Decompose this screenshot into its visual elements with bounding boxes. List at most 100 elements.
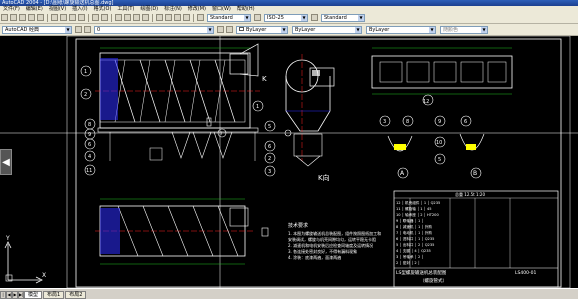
view-label-k: K bbox=[262, 75, 267, 83]
make-current-layer-icon[interactable] bbox=[217, 26, 224, 33]
chevron-down-icon: ▼ bbox=[429, 26, 435, 33]
bom-row: 12 │ 机壳组件 │ 1 │ Q235 bbox=[396, 200, 440, 205]
note-line-2: 安装调试，螺旋与机壳间隙均匀，运转平稳无卡阻 bbox=[288, 236, 376, 242]
match-properties-icon[interactable] bbox=[78, 14, 85, 21]
design-center-icon[interactable] bbox=[165, 14, 172, 21]
preview-icon[interactable] bbox=[37, 14, 44, 21]
table-style-icon bbox=[311, 14, 318, 21]
chevron-down-icon: ▼ bbox=[65, 26, 71, 33]
title-block-name: LS型螺旋输送机总装配图 bbox=[396, 269, 447, 276]
workspace-settings-icon[interactable] bbox=[75, 26, 82, 33]
toolbar-separator bbox=[193, 13, 194, 22]
workspace-select[interactable]: AutoCAD 经典 ▼ bbox=[2, 25, 72, 34]
toolbar-separator bbox=[88, 13, 89, 22]
leader-left-8: 8 bbox=[88, 122, 91, 128]
detail-leader-6: 6 bbox=[464, 119, 467, 125]
leader-left-11: 11 bbox=[86, 168, 92, 174]
dim-style-icon bbox=[254, 14, 261, 21]
detail-leader-8: 8 bbox=[406, 119, 409, 125]
bom-row: 2 │ 密封 │ 2 │ bbox=[396, 260, 420, 265]
zoom-previous-icon[interactable] bbox=[142, 14, 149, 21]
paste-icon[interactable] bbox=[69, 14, 76, 21]
linetype-value: ByLayer bbox=[295, 26, 316, 33]
layer-previous-icon[interactable] bbox=[226, 26, 233, 33]
chevron-down-icon: ▼ bbox=[358, 14, 364, 21]
table-style-value: Standard bbox=[324, 14, 347, 21]
title-block-subname: （螺旋管式） bbox=[420, 277, 447, 284]
pan-icon[interactable] bbox=[115, 14, 122, 21]
detail-balloons bbox=[379, 115, 472, 165]
leader-left-9: 9 bbox=[88, 132, 91, 138]
plotstyle-select[interactable]: 随颜色 ▼ bbox=[440, 25, 488, 34]
save-icon[interactable] bbox=[19, 14, 26, 21]
bom-row: 10 │ 轴承座 │ 2 │ HT200 bbox=[396, 212, 439, 217]
tab-model[interactable]: 模型 bbox=[24, 291, 43, 299]
tool-palette-icon[interactable] bbox=[174, 14, 181, 21]
help-icon[interactable] bbox=[183, 14, 190, 21]
title-block-code: LS400-01 bbox=[515, 270, 536, 276]
note-line-5: 4. 涂装：底漆两遍，面漆两遍 bbox=[288, 254, 341, 260]
copy-icon[interactable] bbox=[60, 14, 67, 21]
leader-front-1: 1 bbox=[256, 104, 259, 110]
leader-left-6: 6 bbox=[88, 142, 91, 148]
tab-layout2[interactable]: 布局2 bbox=[65, 291, 87, 299]
drawing-canvas[interactable]: K K向 12 A B 3 8 9 10 5 6 1 2 8 9 6 4 11 … bbox=[0, 36, 578, 288]
layer-manager-icon[interactable] bbox=[84, 26, 91, 33]
layout-tabs-bar: |◀ ◀ ▶ ▶| 模型 布局1 布局2 bbox=[0, 288, 578, 299]
detail-leader-10: 10 bbox=[436, 140, 442, 146]
detail-leader-3: 3 bbox=[383, 119, 386, 125]
chevron-down-icon: ▼ bbox=[355, 26, 361, 33]
ucs-y-label: Y bbox=[5, 235, 10, 242]
right-balloons bbox=[217, 100, 276, 177]
note-line-4: 3. 各连接处密封良好，不得有漏料现象 bbox=[288, 248, 357, 254]
zoom-window-icon[interactable] bbox=[133, 14, 140, 21]
note-line-3: 2. 减速机和电机安装后应检查同轴度及运转情况 bbox=[288, 242, 373, 248]
zoom-realtime-icon[interactable] bbox=[124, 14, 131, 21]
workspace-value: AutoCAD 经典 bbox=[5, 26, 39, 33]
open-file-icon[interactable] bbox=[10, 14, 17, 21]
toolbar-separator bbox=[152, 13, 153, 22]
leader-front-5: 5 bbox=[268, 124, 271, 130]
toolbar-separator bbox=[47, 13, 48, 22]
new-file-icon[interactable] bbox=[1, 14, 8, 21]
bom-row: 7 │ 电动机 │ 1 │ 外购 bbox=[396, 230, 432, 235]
properties-icon[interactable] bbox=[156, 14, 163, 21]
leader-left-1: 1 bbox=[84, 69, 87, 75]
table-style-select[interactable]: Standard ▼ bbox=[321, 13, 365, 22]
tab-layout1[interactable]: 布局1 bbox=[43, 291, 65, 299]
chevron-down-icon: ▼ bbox=[281, 26, 287, 33]
bom-row: 4 │ 支腿 │ 4 │ Q235 bbox=[396, 248, 431, 253]
lineweight-select[interactable]: ByLayer ▼ bbox=[366, 25, 436, 34]
color-select[interactable]: ByLayer ▼ bbox=[236, 25, 288, 34]
bom-row: 6 │ 进料口 │ 1 │ Q235 bbox=[396, 236, 434, 241]
layer-select[interactable]: 0 ▼ bbox=[94, 25, 214, 34]
text-style-select[interactable]: Standard ▼ bbox=[207, 13, 251, 22]
undo-icon[interactable] bbox=[92, 14, 99, 21]
bom-header: 总重 12.5t 1:20 bbox=[455, 191, 485, 197]
text-style-icon bbox=[197, 14, 204, 21]
note-line-1: 1. 本图为螺旋输送机总装配图，组件按照图纸加工和 bbox=[288, 230, 381, 236]
leader-front-6: 6 bbox=[268, 144, 271, 150]
color-swatch-icon bbox=[239, 27, 244, 31]
detail-leader-5: 5 bbox=[438, 157, 441, 163]
leader-front-3: 3 bbox=[268, 169, 271, 175]
bom-row: 3 │ 吊轴承 │ 2 │ bbox=[396, 254, 424, 259]
bom-row: 11 │ 螺旋轴 │ 1 │ 45 bbox=[396, 206, 432, 211]
chevron-down-icon: ▼ bbox=[244, 14, 250, 21]
toolbar-separator bbox=[111, 13, 112, 22]
print-icon[interactable] bbox=[28, 14, 35, 21]
cut-icon[interactable] bbox=[51, 14, 58, 21]
layer-value: 0 bbox=[97, 26, 101, 33]
redo-icon[interactable] bbox=[101, 14, 108, 21]
dim-style-select[interactable]: ISO-25 ▼ bbox=[264, 13, 308, 22]
bom-row: 9 │ 联轴器 │ 1 │ bbox=[396, 218, 424, 223]
chevron-down-icon: ▼ bbox=[481, 26, 487, 33]
chevron-left-icon[interactable]: ◀ bbox=[0, 149, 12, 175]
bom-row: 8 │ 减速机 │ 1 │ 外购 bbox=[396, 224, 432, 229]
detail-leader-9: 9 bbox=[438, 119, 441, 125]
lineweight-value: ByLayer bbox=[369, 26, 390, 33]
cad-drawing: K K向 12 A B 3 8 9 10 5 6 1 2 8 9 6 4 11 … bbox=[0, 36, 578, 288]
leader-front-2: 2 bbox=[268, 156, 271, 162]
linetype-select[interactable]: ByLayer ▼ bbox=[292, 25, 362, 34]
dim-style-value: ISO-25 bbox=[267, 14, 284, 21]
